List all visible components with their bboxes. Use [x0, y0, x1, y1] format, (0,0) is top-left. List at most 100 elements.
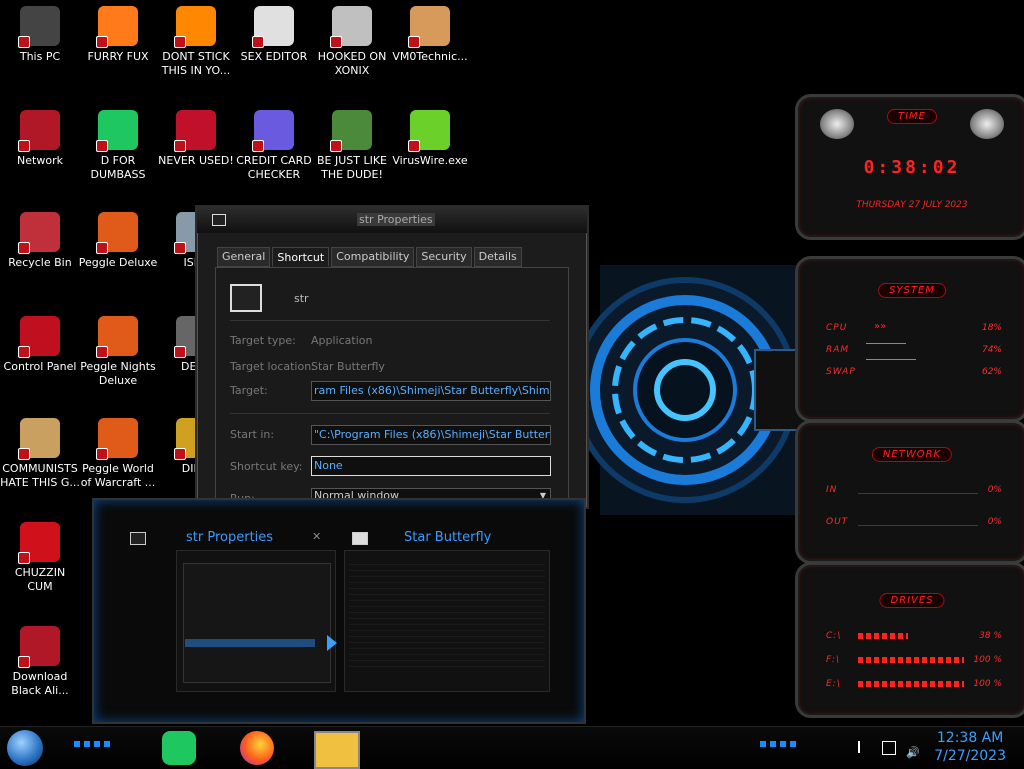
preview-title-properties[interactable]: str Properties — [186, 530, 273, 545]
shortcut-overlay-icon — [18, 36, 30, 48]
net-in-label: IN — [826, 485, 838, 495]
network-tray-icon[interactable] — [882, 741, 896, 755]
devcpp-icon — [174, 110, 216, 152]
network-gadget[interactable]: NETWORK IN 0% OUT 0% — [795, 420, 1024, 564]
target-label: Target: — [230, 384, 268, 397]
taskbar-accent-right — [760, 741, 800, 747]
discord-green-icon[interactable] — [162, 731, 196, 765]
vlc-cone-icon — [174, 6, 216, 48]
file-explorer-icon[interactable] — [314, 731, 360, 769]
start-orb-button[interactable] — [7, 730, 43, 766]
net-out-graph — [858, 525, 978, 526]
desktop-icon[interactable]: D FOR DUMBASS — [78, 110, 158, 182]
desktop-icon[interactable]: SEX EDITOR — [234, 6, 314, 64]
target-location-label: Target location: — [230, 360, 315, 373]
desktop-icon[interactable]: Peggle Nights Deluxe — [78, 316, 158, 388]
desktop-icon-label: BE JUST LIKE THE DUDE! — [316, 154, 388, 181]
shortcut-overlay-icon — [174, 346, 186, 358]
shortcut-key-label: Shortcut key: — [230, 460, 303, 473]
desktop-icon[interactable]: FURRY FUX — [78, 6, 158, 64]
system-gadget-title: SYSTEM — [878, 283, 946, 298]
drive-f-value: 100 % — [973, 655, 1002, 665]
drive-e-bar — [858, 681, 964, 687]
firefox-icon[interactable] — [240, 731, 274, 765]
tab-security[interactable]: Security — [416, 247, 472, 267]
peggle-icon — [96, 212, 138, 254]
desktop-icon-label: COMMUNISTS HATE THIS G... — [0, 462, 80, 489]
desktop-icon[interactable]: Peggle World of Warcraft ... — [78, 418, 158, 490]
shortcut-overlay-icon — [408, 140, 420, 152]
shortcut-overlay-icon — [18, 656, 30, 668]
desktop-icon[interactable]: VM0Technic... — [390, 6, 470, 64]
properties-dialog[interactable]: str Properties General Shortcut Compatib… — [195, 205, 589, 509]
desktop-icon[interactable]: Download Black Ali... — [0, 626, 80, 698]
desktop-icon[interactable]: VirusWire.exe — [390, 110, 470, 168]
desktop-icon[interactable]: Recycle Bin — [0, 212, 80, 270]
desktop-icon[interactable]: Peggle Deluxe — [78, 212, 158, 270]
explorer-thumbnail[interactable] — [344, 550, 550, 692]
shortcut-overlay-icon — [96, 36, 108, 48]
desktop-icon-label: SEX EDITOR — [240, 50, 308, 63]
desktop-icon[interactable]: CREDIT CARD CHECKER — [234, 110, 314, 182]
network-gadget-title: NETWORK — [871, 447, 953, 462]
divider — [230, 413, 550, 414]
blue-disc-wallpaper — [580, 265, 810, 515]
drive-c-bar — [858, 633, 908, 639]
tab-details[interactable]: Details — [473, 247, 522, 267]
peggle-nights-icon — [96, 316, 138, 358]
close-icon[interactable]: ✕ — [312, 530, 321, 543]
desktop-icon[interactable]: COMMUNISTS HATE THIS G... — [0, 418, 80, 490]
ram-graph-line — [866, 359, 916, 360]
desktop-icon-label: DONT STICK THIS IN YO... — [161, 50, 231, 77]
target-input[interactable]: ram Files (x86)\Shimeji\Star Butterfly\S… — [311, 381, 551, 401]
dialog-title: str Properties — [357, 213, 435, 226]
taskbar-clock[interactable]: 12:38 AM 7/27/2023 — [934, 729, 1006, 765]
desktop-icon[interactable]: HOOKED ON XONIX — [312, 6, 392, 78]
desktop-icon[interactable]: This PC — [0, 6, 80, 64]
cpu-value: 18% — [981, 323, 1002, 333]
volume-icon[interactable]: 🔊 — [906, 741, 920, 759]
tab-compatibility[interactable]: Compatibility — [331, 247, 415, 267]
computer-icon — [18, 6, 60, 48]
shortcut-big-icon — [230, 284, 262, 312]
shortcut-key-input[interactable]: None — [311, 456, 551, 476]
clock-time: 12:38 AM — [936, 730, 1004, 746]
desktop-icon-label: NEVER USED! — [158, 154, 234, 167]
time-gadget[interactable]: TIME 0:38:02 THURSDAY 27 JULY 2023 — [795, 94, 1024, 240]
recycle-bin-icon — [18, 212, 60, 254]
target-type-label: Target type: — [230, 334, 296, 347]
time-gadget-title: TIME — [886, 109, 938, 124]
shortcut-overlay-icon — [330, 140, 342, 152]
shortcut-overlay-icon — [18, 552, 30, 564]
target-type-value: Application — [311, 334, 373, 347]
shortcut-name: str — [294, 292, 309, 305]
desktop-icon[interactable]: NEVER USED! — [156, 110, 236, 168]
xonix-game-icon — [330, 6, 372, 48]
thumbnail-file-list — [349, 559, 545, 669]
shortcut-overlay-icon — [96, 346, 108, 358]
taskbar: 🔊 12:38 AM 7/27/2023 — [0, 726, 1024, 769]
shortcut-overlay-icon — [174, 36, 186, 48]
explorer-window-icon — [352, 532, 368, 545]
desktop-icon[interactable]: Network — [0, 110, 80, 168]
money-bag-icon — [18, 418, 60, 460]
shortcut-overlay-icon — [174, 140, 186, 152]
tab-shortcut[interactable]: Shortcut — [272, 247, 330, 267]
shortcut-overlay-icon — [96, 448, 108, 460]
taskbar-thumbnail-preview[interactable]: str Properties ✕ Star Butterfly — [92, 498, 586, 724]
properties-thumbnail[interactable] — [176, 550, 337, 692]
flag-icon[interactable] — [858, 741, 872, 753]
start-in-input[interactable]: "C:\Program Files (x86)\Shimeji\Star But… — [311, 425, 551, 445]
preview-title-explorer[interactable]: Star Butterfly — [404, 530, 491, 545]
tab-general[interactable]: General — [217, 247, 271, 267]
thumbnail-buttons — [185, 639, 315, 647]
dialog-titlebar[interactable]: str Properties — [197, 207, 587, 233]
desktop-icon[interactable]: CHUZZIN CUM — [0, 522, 80, 594]
desktop-icon[interactable]: BE JUST LIKE THE DUDE! — [312, 110, 392, 182]
divider — [230, 320, 550, 321]
desktop-icon-label: D FOR DUMBASS — [90, 154, 146, 181]
system-gadget[interactable]: SYSTEM CPU »» 18% RAM 74% SWAP 62% — [795, 256, 1024, 422]
desktop-icon[interactable]: Control Panel — [0, 316, 80, 374]
drives-gadget[interactable]: DRIVES C:\ 38 % F:\ 100 % E:\ 100 % — [795, 562, 1024, 718]
desktop-icon[interactable]: DONT STICK THIS IN YO... — [156, 6, 236, 78]
